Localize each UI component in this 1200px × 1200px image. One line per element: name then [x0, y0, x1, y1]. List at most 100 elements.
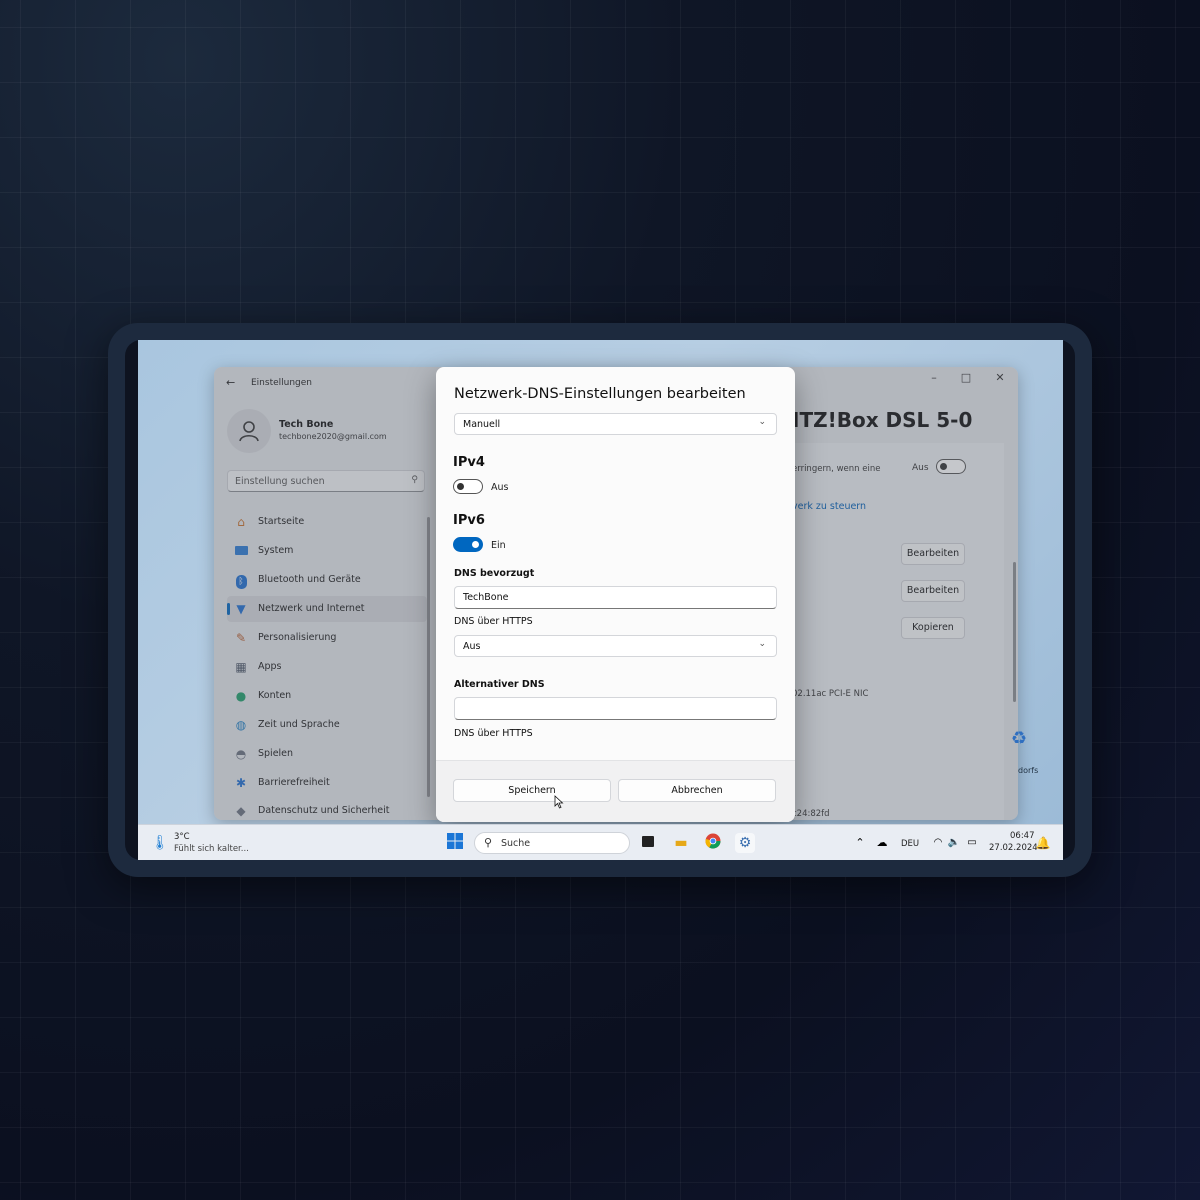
sidebar-item-label: Konten: [258, 690, 292, 701]
content-scrollbar[interactable]: [1013, 562, 1016, 702]
ipv4-heading: IPv4: [453, 455, 485, 470]
sidebar-item-label: Startseite: [258, 516, 305, 527]
brush-icon: ✎: [235, 631, 247, 645]
file-explorer-icon[interactable]: ▬: [671, 833, 691, 853]
person-icon: ●: [235, 689, 247, 703]
apps-icon: ▦: [235, 660, 247, 674]
data-limit-link[interactable]: verk zu steuern: [792, 501, 866, 512]
gamepad-icon: ◓: [235, 747, 247, 761]
taskbar-search[interactable]: ⚲ Suche: [474, 832, 630, 854]
clock-time[interactable]: 06:47: [1010, 831, 1035, 841]
dns-https-value: Aus: [463, 641, 481, 652]
clock-date[interactable]: 27.02.2024: [989, 843, 1038, 853]
chevron-down-icon: ⌄: [758, 417, 766, 427]
weather-temp: 3°C: [174, 832, 190, 842]
dns-https-select[interactable]: Aus ⌄: [454, 635, 777, 657]
dns-https-label: DNS über HTTPS: [454, 616, 533, 627]
task-view-icon[interactable]: [638, 833, 658, 853]
sidebar-item-personalisierung[interactable]: ✎ Personalisierung: [227, 625, 427, 651]
sidebar-item-label: Barrierefreiheit: [258, 777, 330, 788]
sidebar-item-spielen[interactable]: ◓ Spielen: [227, 741, 427, 767]
weather-icon[interactable]: 🌡: [150, 833, 170, 853]
metered-toggle[interactable]: [936, 459, 966, 474]
ipv4-toggle-label: Aus: [491, 482, 509, 493]
sidebar-item-label: Personalisierung: [258, 632, 337, 643]
preferred-dns-input[interactable]: TechBone: [454, 586, 777, 609]
dns-dialog: Netzwerk-DNS-Einstellungen bearbeiten Ma…: [436, 367, 795, 822]
maximize-icon[interactable]: □: [956, 371, 976, 384]
desktop-icon-label: dorfs: [1018, 766, 1039, 775]
settings-gear-icon[interactable]: ⚙: [735, 833, 755, 853]
back-arrow-icon[interactable]: ←: [226, 376, 235, 389]
start-icon[interactable]: [445, 833, 465, 853]
ipv4-toggle[interactable]: [453, 479, 483, 494]
sidebar-item-label: Zeit und Sprache: [258, 719, 340, 730]
alternate-dns-input[interactable]: [454, 697, 777, 720]
user-email: techbone2020@gmail.com: [279, 432, 387, 441]
save-button[interactable]: Speichern: [453, 779, 611, 802]
sidebar-item-label: Apps: [258, 661, 282, 672]
sidebar-item-label: System: [258, 545, 294, 556]
avatar[interactable]: [227, 409, 271, 453]
cancel-button[interactable]: Abbrechen: [618, 779, 776, 802]
settings-search-input[interactable]: Einstellung suchen ⚲: [227, 470, 425, 492]
chrome-icon[interactable]: [703, 833, 723, 853]
taskbar: 🌡 3°C Fühlt sich kalter... ⚲ Suche ▬ ⚙ ⌃…: [138, 824, 1063, 860]
metered-toggle-label: Aus: [912, 463, 929, 473]
adapter-description: 02.11ac PCI-E NIC: [792, 689, 869, 699]
wifi-icon: ▼: [236, 602, 246, 616]
edit-button-1[interactable]: Bearbeiten: [901, 543, 965, 565]
sidebar-item-apps[interactable]: ▦ Apps: [227, 654, 427, 680]
ipv6-heading: IPv6: [453, 513, 485, 528]
mac-address: c24:82fd: [792, 809, 830, 819]
search-icon: ⚲: [484, 836, 493, 849]
user-icon: [239, 421, 259, 442]
shield-icon: ◆: [236, 804, 246, 818]
chevron-up-icon[interactable]: ⌃: [850, 833, 870, 853]
sidebar-item-label: Datenschutz und Sicherheit: [258, 805, 390, 816]
dialog-title: Netzwerk-DNS-Einstellungen bearbeiten: [454, 386, 746, 402]
alternate-dns-label: Alternativer DNS: [454, 679, 545, 690]
bluetooth-icon: ᛒ: [233, 572, 249, 589]
volume-icon[interactable]: 🔈: [944, 833, 964, 853]
onedrive-icon[interactable]: ☁: [872, 833, 892, 853]
search-icon[interactable]: ⚲: [411, 475, 418, 485]
ipv6-toggle[interactable]: [453, 537, 483, 552]
sidebar-item-datenschutz[interactable]: ◆ Datenschutz und Sicherheit: [227, 798, 427, 820]
network-properties-panel: [792, 443, 1004, 820]
minimize-icon[interactable]: –: [924, 371, 944, 384]
screen: ← Einstellungen – □ ✕ Tech Bone techbone…: [138, 340, 1063, 860]
dns-mode-value: Manuell: [463, 419, 501, 430]
sidebar-item-netzwerk[interactable]: ▼ Netzwerk und Internet: [227, 596, 427, 622]
network-title: ITZ!Box DSL 5-0: [792, 408, 973, 432]
sidebar-scrollbar[interactable]: [427, 517, 430, 797]
battery-icon[interactable]: ▭: [962, 833, 982, 853]
sidebar-item-label: Netzwerk und Internet: [258, 603, 365, 614]
search-placeholder: Einstellung suchen: [235, 476, 325, 487]
weather-desc: Fühlt sich kalter...: [174, 844, 249, 854]
close-icon[interactable]: ✕: [990, 371, 1010, 384]
sidebar-item-barrierefreiheit[interactable]: ✱ Barrierefreiheit: [227, 770, 427, 796]
sidebar-item-startseite[interactable]: ⌂ Startseite: [227, 509, 427, 535]
mouse-cursor-icon: [554, 795, 564, 809]
dialog-footer: Speichern Abbrechen: [436, 760, 795, 822]
notification-bell-icon[interactable]: 🔔: [1033, 833, 1053, 853]
sidebar-item-konten[interactable]: ● Konten: [227, 683, 427, 709]
chevron-down-icon: ⌄: [758, 639, 766, 649]
sidebar-item-bluetooth[interactable]: ᛒ Bluetooth und Geräte: [227, 567, 427, 593]
sidebar-item-system[interactable]: System: [227, 538, 427, 564]
accessibility-icon: ✱: [235, 776, 247, 790]
copy-button[interactable]: Kopieren: [901, 617, 965, 639]
dns-mode-select[interactable]: Manuell ⌄: [454, 413, 777, 435]
sidebar-item-zeit[interactable]: ◍ Zeit und Sprache: [227, 712, 427, 738]
recycle-bin-icon[interactable]: ♻: [1011, 728, 1027, 749]
taskbar-search-label: Suche: [501, 838, 531, 849]
edit-button-2[interactable]: Bearbeiten: [901, 580, 965, 602]
home-icon: ⌂: [237, 515, 245, 529]
sidebar-item-label: Bluetooth und Geräte: [258, 574, 361, 585]
globe-icon: ◍: [235, 718, 247, 732]
user-name: Tech Bone: [279, 419, 334, 430]
sidebar-item-label: Spielen: [258, 748, 294, 759]
metered-description: erringern, wenn eine: [792, 464, 881, 474]
language-indicator[interactable]: DEU: [901, 839, 919, 849]
